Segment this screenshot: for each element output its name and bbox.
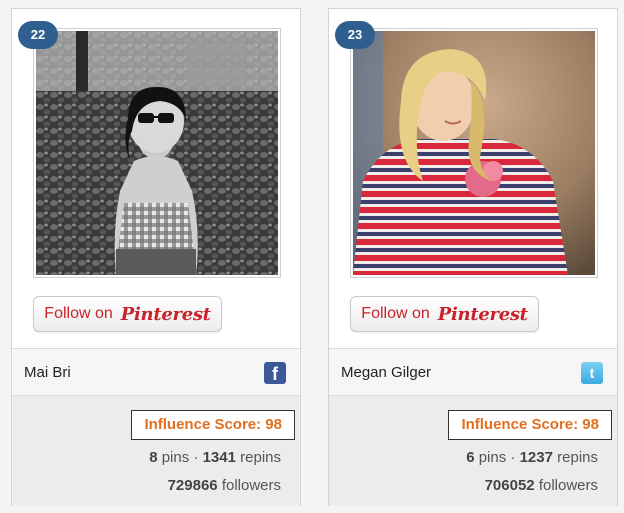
follow-label: Follow on — [44, 305, 113, 322]
pins-repins-line: 6 pins · 1237 repins — [466, 449, 598, 466]
name-row: Megan Gilger t — [329, 348, 617, 396]
twitter-icon[interactable]: t — [581, 362, 603, 384]
rank-badge: 22 — [18, 21, 58, 49]
repins-count: 1341 — [202, 449, 236, 466]
pins-repins-line: 8 pins · 1341 repins — [149, 449, 281, 466]
follow-on-pinterest-button[interactable]: Follow on Pinterest — [350, 296, 539, 332]
repins-count: 1237 — [519, 449, 553, 466]
followers-line: 706052 followers — [485, 477, 598, 494]
repins-label: repins — [557, 449, 598, 466]
facebook-icon[interactable]: f — [264, 362, 286, 384]
influence-score: Influence Score: 98 — [448, 410, 612, 440]
profile-card: 23 Follow on Pinterest Megan Gilger t In… — [328, 8, 618, 506]
repins-label: repins — [240, 449, 281, 466]
followers-label: followers — [221, 477, 281, 494]
followers-count: 729866 — [167, 477, 218, 494]
portrait-image — [353, 31, 595, 275]
separator: · — [510, 449, 516, 466]
rank-badge: 23 — [335, 21, 375, 49]
pinterest-logo: Pinterest — [437, 303, 528, 325]
pins-label: pins — [478, 449, 507, 466]
follow-label: Follow on — [361, 305, 430, 322]
stats-panel: Influence Score: 98 6 pins · 1237 repins… — [329, 396, 617, 506]
stats-panel: Influence Score: 98 8 pins · 1341 repins… — [12, 396, 300, 506]
follow-on-pinterest-button[interactable]: Follow on Pinterest — [33, 296, 222, 332]
name-row: Mai Bri f — [12, 348, 300, 396]
pinterest-logo: Pinterest — [120, 303, 211, 325]
followers-count: 706052 — [484, 477, 535, 494]
pins-count: 6 — [466, 449, 475, 466]
pins-label: pins — [161, 449, 190, 466]
profile-photo[interactable] — [350, 28, 598, 278]
separator: · — [193, 449, 199, 466]
user-name[interactable]: Megan Gilger — [341, 364, 431, 381]
portrait-image — [36, 31, 278, 275]
influence-score: Influence Score: 98 — [131, 410, 295, 440]
profile-card: 22 Follow on Pinterest Mai Bri f Influen… — [11, 8, 301, 506]
user-name[interactable]: Mai Bri — [24, 364, 71, 381]
pins-count: 8 — [149, 449, 158, 466]
followers-label: followers — [538, 477, 598, 494]
profile-photo[interactable] — [33, 28, 281, 278]
followers-line: 729866 followers — [168, 477, 281, 494]
